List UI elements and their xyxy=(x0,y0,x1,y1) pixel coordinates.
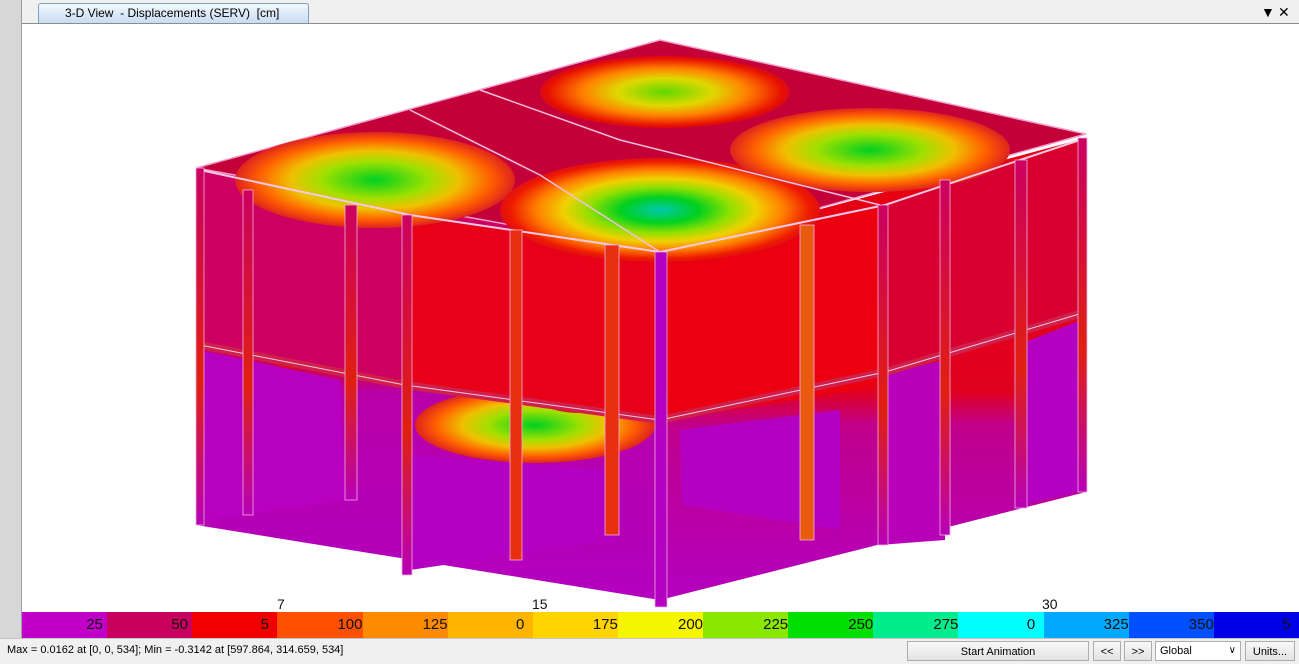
previous-step-button[interactable]: << xyxy=(1093,641,1121,661)
3d-model-viewport[interactable] xyxy=(22,24,1299,612)
view-tab-bar: 3-D View - Displacements (SERV) [cm] ▼ ✕ xyxy=(22,0,1299,24)
legend-value-label: 225 xyxy=(763,616,789,633)
start-animation-button[interactable]: Start Animation xyxy=(907,641,1089,661)
legend-value-label: 5 xyxy=(1282,616,1291,633)
tab-menu-dropdown-icon[interactable]: ▼ xyxy=(1261,3,1275,21)
units-button[interactable]: Units... xyxy=(1245,641,1295,661)
column xyxy=(1077,137,1088,493)
legend-value-label: 5 xyxy=(260,616,269,633)
lower-panel-right xyxy=(880,360,945,545)
structure-displacement-contour xyxy=(195,39,1088,608)
legend-value-label: 50 xyxy=(171,616,189,633)
roof-panel-back xyxy=(540,56,790,128)
lower-panel-far-right xyxy=(1018,318,1086,505)
column xyxy=(877,204,889,546)
legend-value-label: 100 xyxy=(337,616,363,633)
column xyxy=(604,244,620,536)
legend-value-label: 125 xyxy=(422,616,448,633)
column xyxy=(195,167,205,526)
legend-value-label: 275 xyxy=(933,616,959,633)
legend-value-label: 175 xyxy=(592,616,618,633)
column xyxy=(939,179,951,536)
coordinate-system-value: Global xyxy=(1160,645,1192,657)
column xyxy=(1014,159,1028,509)
legend-top-label: 15 xyxy=(532,596,548,612)
roof-panel-left xyxy=(235,132,515,228)
contour-color-legend: 25 50 5 100 125 0 175 200 225 250 275 0 325 350 5 7 15 30 xyxy=(22,596,1299,638)
left-panel-strip xyxy=(0,0,22,638)
legend-value-label: 25 xyxy=(86,616,103,633)
legend-value-label: 200 xyxy=(677,616,704,633)
tab-3d-view-displacements[interactable]: 3-D View - Displacements (SERV) [cm] xyxy=(38,3,309,23)
status-bar: Max = 0.0162 at [0, 0, 534]; Min = -0.31… xyxy=(0,638,1299,664)
legend-top-label: 30 xyxy=(1042,596,1058,612)
close-icon[interactable]: ✕ xyxy=(1278,3,1290,21)
legend-top-label: 7 xyxy=(277,596,285,612)
roof-panel-right xyxy=(730,108,1010,192)
next-step-button[interactable]: >> xyxy=(1124,641,1152,661)
chevron-down-icon: ∨ xyxy=(1228,645,1236,656)
legend-value-label: 325 xyxy=(1103,616,1129,633)
legend-value-label: 0 xyxy=(1026,616,1036,633)
legend-value-label: 250 xyxy=(848,616,874,633)
column xyxy=(509,229,523,561)
column-front xyxy=(654,251,668,608)
legend-value-label: 350 xyxy=(1188,616,1214,633)
max-min-readout: Max = 0.0162 at [0, 0, 534]; Min = -0.31… xyxy=(7,644,344,656)
coordinate-system-select[interactable]: Global ∨ xyxy=(1155,641,1241,661)
column xyxy=(242,189,254,516)
legend-value-label: 0 xyxy=(516,616,525,633)
column xyxy=(799,224,815,541)
column xyxy=(344,204,358,501)
column xyxy=(401,214,413,576)
